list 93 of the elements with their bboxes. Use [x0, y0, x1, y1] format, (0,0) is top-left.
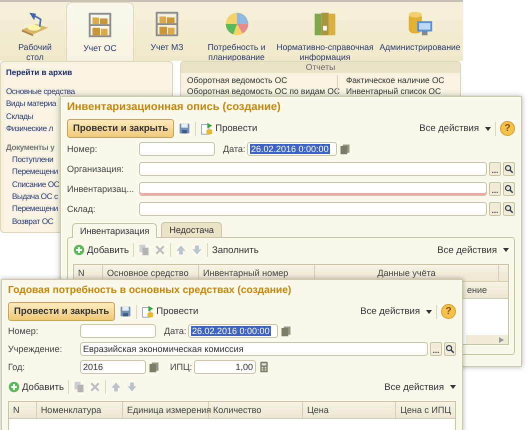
help-button[interactable]: ?: [441, 304, 456, 319]
window-title: Инвентаризационная опись (создание): [67, 100, 282, 115]
help-button[interactable]: ?: [500, 121, 515, 136]
field-label: Инвентаризац...: [67, 184, 135, 194]
save-icon[interactable]: [119, 305, 132, 318]
copy-icon[interactable]: [73, 381, 85, 393]
nav-link[interactable]: Выдача ОС с: [12, 191, 58, 204]
input-field[interactable]: 2016: [80, 360, 146, 374]
document-arrow-icon: [200, 122, 214, 135]
scrollbar[interactable]: [466, 335, 508, 344]
post-close-button[interactable]: Провести и закрыть: [67, 119, 174, 138]
field-label: Дата:: [164, 326, 186, 336]
calendar-icon[interactable]: [339, 143, 351, 155]
column-header: Номенклатура: [36, 402, 124, 418]
copy-icon[interactable]: [138, 244, 150, 256]
choice-button[interactable]: ...: [489, 162, 501, 176]
move-up-icon[interactable]: [175, 244, 187, 256]
report-link[interactable]: Инвентарный список ОС: [346, 86, 454, 97]
move-down-icon[interactable]: [191, 244, 203, 256]
delete-icon[interactable]: [154, 244, 166, 256]
move-down-icon[interactable]: [126, 381, 138, 393]
add-button[interactable]: Добавить: [8, 381, 64, 393]
calendar-icon[interactable]: [280, 325, 292, 337]
report-link[interactable]: Фактическое наличие ОС: [346, 75, 454, 86]
nav-link[interactable]: Перемещени: [12, 166, 58, 179]
column-header: Количество: [209, 402, 304, 418]
input-field[interactable]: [80, 324, 156, 338]
all-actions-button[interactable]: Все действия: [419, 123, 491, 134]
field-label: Год:: [8, 362, 26, 372]
all-actions-button[interactable]: Все действия: [384, 382, 456, 392]
column-header: N: [9, 402, 37, 418]
search-button[interactable]: [503, 202, 515, 216]
choice-button[interactable]: ...: [430, 342, 442, 356]
field-label: ИПЦ:: [170, 362, 192, 372]
document-arrow-icon: [141, 305, 154, 318]
delete-icon[interactable]: [89, 381, 101, 393]
nav-link[interactable]: Основные средства: [6, 86, 75, 98]
column-header: Цена: [303, 402, 396, 418]
post-close-button[interactable]: Провести и закрыть: [8, 302, 116, 321]
search-button[interactable]: [444, 342, 456, 356]
section-tab[interactable]: Потребность и планирование: [200, 2, 273, 61]
save-icon[interactable]: [178, 122, 192, 135]
nav-heading: Документы у: [6, 142, 54, 154]
search-button[interactable]: [503, 162, 515, 176]
column-header: Единица измерения: [123, 402, 210, 418]
tab[interactable]: Инвентаризация: [72, 223, 158, 238]
date-field[interactable]: 26.02.2016 0:00:00: [247, 142, 337, 156]
section-tab[interactable]: Учет ОС: [66, 2, 134, 61]
plus-icon: [8, 381, 20, 393]
section-tab[interactable]: Администрирование: [377, 2, 463, 61]
section-tab[interactable]: Учет МЗ: [134, 2, 200, 61]
column-header: Цена с ИПЦ: [399, 404, 452, 417]
nav-link[interactable]: Возврат ОС: [12, 216, 54, 228]
tab[interactable]: Недостача: [161, 222, 222, 237]
nav-link[interactable]: Поступлени: [12, 154, 54, 166]
input-field[interactable]: [139, 182, 487, 196]
move-up-icon[interactable]: [110, 381, 122, 393]
input-field[interactable]: [139, 142, 215, 156]
report-link[interactable]: Оборотная ведомость ОС: [187, 75, 337, 86]
field-label: Номер:: [8, 326, 40, 336]
field-label: Дата:: [223, 144, 245, 154]
archive-link[interactable]: Перейти в архив: [6, 67, 72, 78]
column-header: ение: [466, 285, 487, 295]
choice-button[interactable]: ...: [489, 182, 501, 196]
input-field[interactable]: [139, 202, 487, 216]
nav-link[interactable]: Склады: [6, 110, 34, 123]
section-tab[interactable]: Рабочий стол: [4, 2, 66, 61]
all-actions-button[interactable]: Все действия: [360, 306, 432, 317]
nav-link[interactable]: Списание ОС: [12, 178, 60, 192]
nav-link[interactable]: Виды материа: [6, 98, 56, 111]
field-label: Номер:: [67, 144, 98, 154]
nav-link[interactable]: Перемещени: [12, 203, 58, 216]
field-label: Склад:: [67, 204, 97, 214]
post-button[interactable]: Провести: [141, 305, 198, 318]
window-title: Годовая потребность в основных средствах (создание): [8, 284, 292, 298]
section-tab[interactable]: Нормативно-справочная информация: [273, 2, 377, 61]
input-field[interactable]: [139, 162, 487, 176]
all-actions-button[interactable]: Все действия: [437, 244, 509, 256]
choice-button[interactable]: ...: [489, 202, 501, 216]
field-label: Организация:: [67, 164, 125, 174]
panel-header: Отчеты: [181, 62, 460, 73]
input-field[interactable]: 1,00: [194, 360, 256, 374]
nav-link[interactable]: Физические л: [6, 122, 54, 136]
fill-button[interactable]: Заполнить: [212, 244, 259, 256]
date-field[interactable]: 26.02.2016 0:00:00: [188, 324, 278, 338]
input-field[interactable]: Евразийская экономическая комиссия: [80, 342, 428, 356]
search-button[interactable]: [503, 182, 515, 196]
add-button[interactable]: Добавить: [73, 244, 129, 256]
field-label: Учреждение:: [8, 344, 64, 354]
calendar-icon[interactable]: [148, 361, 160, 373]
plus-icon: [73, 244, 85, 256]
post-button[interactable]: Провести: [200, 122, 258, 135]
calculator-icon[interactable]: [258, 361, 270, 373]
